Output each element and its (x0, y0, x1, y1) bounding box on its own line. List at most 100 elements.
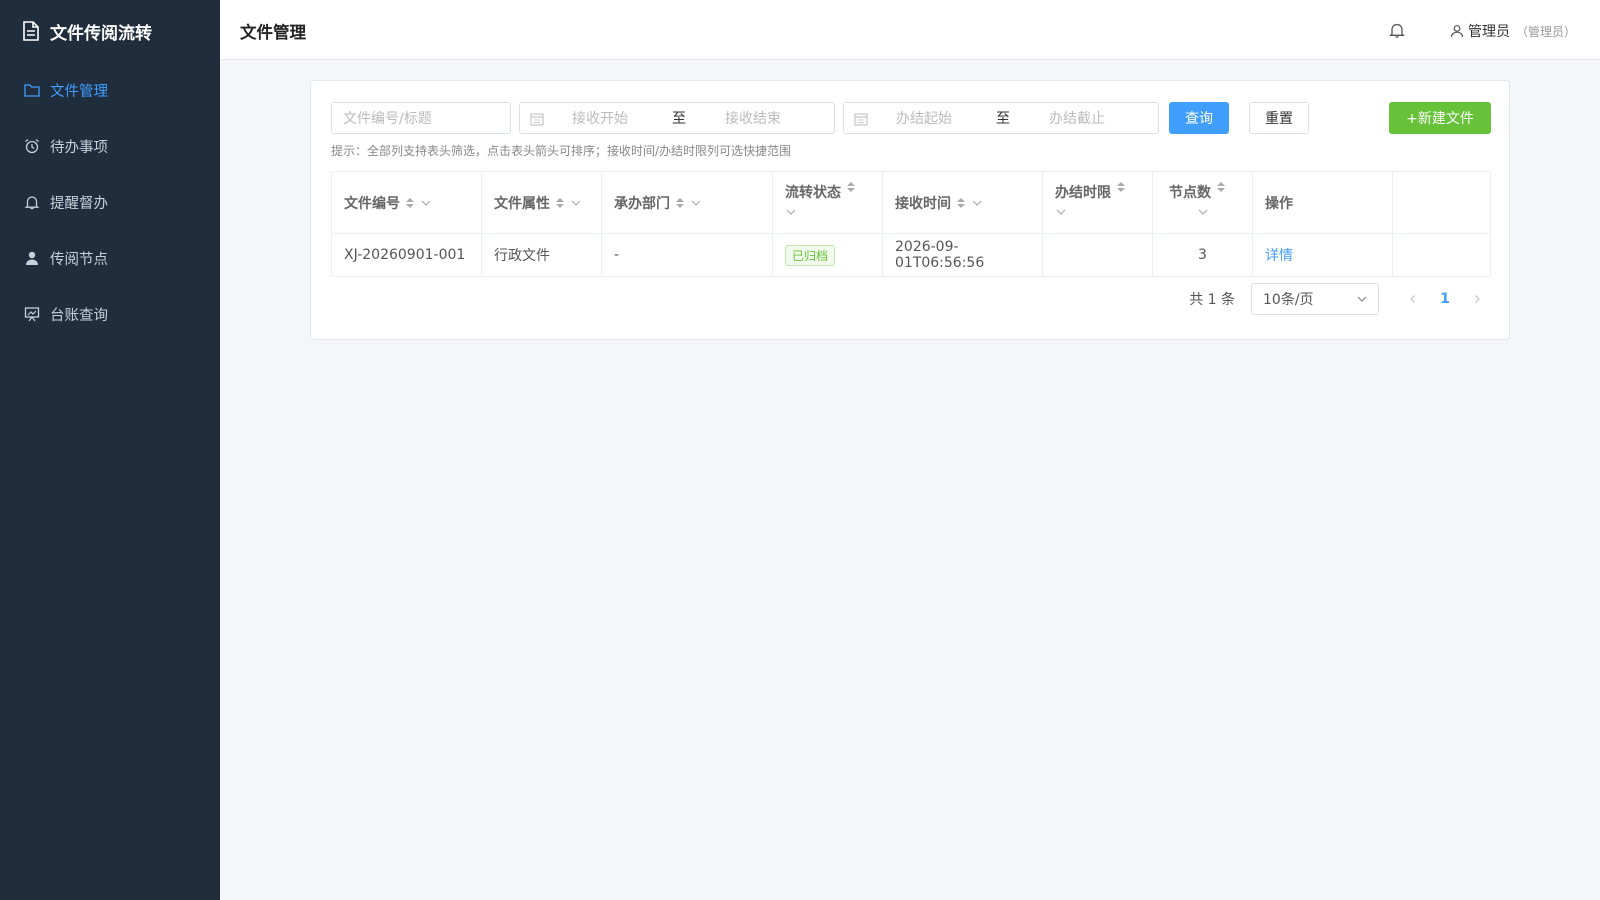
new-file-button[interactable]: +新建文件 (1389, 102, 1491, 134)
finish-date-range-picker[interactable]: 办结起始 至 办结截止 (843, 102, 1159, 134)
folder-icon (24, 82, 40, 98)
cell-file-no: XJ-20260901-001 (332, 234, 482, 276)
status-badge: 已归档 (785, 244, 836, 266)
finish-end-input[interactable]: 办结截止 (1049, 108, 1139, 128)
pagination: 共 1 条 10条/页 1 (1189, 283, 1489, 315)
page-number[interactable]: 1 (1425, 291, 1465, 307)
user-icon (24, 250, 40, 266)
cell-actions: 详情 (1253, 234, 1393, 276)
sort-icon[interactable] (957, 198, 965, 208)
column-label: 接收时间 (895, 196, 951, 212)
column-label: 文件属性 (494, 196, 550, 212)
query-button[interactable]: 查询 (1169, 102, 1229, 134)
total-count: 共 1 条 (1189, 292, 1235, 308)
finish-start-input[interactable]: 办结起始 (896, 108, 986, 128)
user-icon (1450, 24, 1464, 38)
sidebar-item-nodes[interactable]: 传阅节点 (0, 230, 220, 286)
notification-bell-icon[interactable] (1388, 21, 1406, 39)
keyword-search-input[interactable]: 文件编号/标题 (331, 102, 511, 134)
column-header-filler (1393, 172, 1490, 233)
column-header-status[interactable]: 流转状态 (773, 172, 883, 233)
chevron-right-icon (1475, 295, 1480, 303)
next-page-button[interactable] (1465, 287, 1489, 311)
sidebar-item-label: 待办事项 (50, 139, 108, 156)
page-size-value: 10条/页 (1263, 292, 1314, 308)
sidebar-item-label: 台账查询 (50, 307, 108, 324)
column-label: 文件编号 (344, 196, 400, 212)
user-role: （管理员） (1515, 24, 1576, 39)
column-label: 节点数 (1169, 185, 1211, 201)
sidebar-item-label: 传阅节点 (50, 251, 108, 268)
column-header-nodes[interactable]: 节点数 (1153, 172, 1253, 233)
sort-icon[interactable] (556, 198, 564, 208)
range-separator: 至 (672, 111, 686, 127)
cell-received-at: 2026-09-01T06:56:56 (883, 234, 1043, 276)
column-header-deadline[interactable]: 办结时限 (1043, 172, 1153, 233)
column-header-attribute[interactable]: 文件属性 (482, 172, 602, 233)
column-header-received-at[interactable]: 接收时间 (883, 172, 1043, 233)
cell-status: 已归档 (773, 234, 883, 276)
cell-deadline (1043, 234, 1153, 276)
range-separator: 至 (996, 111, 1010, 127)
chevron-down-icon[interactable] (1197, 206, 1209, 218)
cell-attribute: 行政文件 (482, 234, 602, 276)
bell-icon (24, 194, 40, 210)
user-name: 管理员 (1467, 24, 1510, 40)
cell-department: - (602, 234, 773, 276)
app-title: 文件传阅流转 (50, 23, 152, 44)
sidebar-menu: 文件管理 待办事项 提醒督办 传阅节点 台账查询 (0, 62, 220, 342)
sort-icon[interactable] (1217, 182, 1225, 192)
sidebar-item-reminder[interactable]: 提醒督办 (0, 174, 220, 230)
column-header-department[interactable]: 承办部门 (602, 172, 773, 233)
column-header-actions: 操作 (1253, 172, 1393, 233)
chart-board-icon (24, 306, 40, 322)
sort-icon[interactable] (847, 182, 855, 192)
column-label: 流转状态 (785, 185, 841, 201)
chevron-left-icon (1410, 295, 1415, 303)
chevron-down-icon[interactable] (785, 206, 797, 218)
chevron-down-icon[interactable] (570, 197, 582, 209)
receive-date-range-picker[interactable]: 接收开始 至 接收结束 (519, 102, 835, 134)
prev-page-button[interactable] (1401, 287, 1425, 311)
chevron-down-icon (1356, 293, 1368, 305)
sidebar-item-label: 文件管理 (50, 83, 108, 100)
column-label: 办结时限 (1055, 185, 1111, 201)
column-label: 操作 (1265, 196, 1293, 212)
filter-bar: 文件编号/标题 接收开始 至 接收结束 办结起始 至 办结截止 查询 重置 +新… (331, 102, 1491, 134)
user-menu[interactable]: 管理员 （管理员） (1450, 21, 1576, 41)
chevron-down-icon[interactable] (420, 197, 432, 209)
cell-nodes: 3 (1153, 234, 1253, 276)
sort-icon[interactable] (406, 198, 414, 208)
sidebar-item-ledger[interactable]: 台账查询 (0, 286, 220, 342)
page-title: 文件管理 (240, 23, 306, 42)
detail-link[interactable]: 详情 (1265, 245, 1293, 265)
sort-icon[interactable] (1117, 182, 1125, 192)
top-header: 文件管理 管理员 （管理员） (220, 0, 1600, 60)
column-header-file-no[interactable]: 文件编号 (332, 172, 482, 233)
table-row: XJ-20260901-001 行政文件 - 已归档 2026-09-01T06… (332, 234, 1490, 276)
alarm-clock-icon (24, 138, 40, 154)
chevron-down-icon[interactable] (1055, 206, 1067, 218)
file-table: 文件编号 文件属性 承办部门 流转状态 接收时间 办结时限 节点数 操作 XJ-… (331, 171, 1491, 277)
cell-filler (1393, 234, 1490, 276)
calendar-icon (854, 112, 868, 126)
chevron-down-icon[interactable] (971, 197, 983, 209)
document-icon (22, 21, 40, 41)
chevron-down-icon[interactable] (690, 197, 702, 209)
brand: 文件传阅流转 (0, 0, 220, 62)
sidebar-item-todo[interactable]: 待办事项 (0, 118, 220, 174)
calendar-icon (530, 112, 544, 126)
sidebar: 文件传阅流转 文件管理 待办事项 提醒督办 传阅节点 台账查询 (0, 0, 220, 900)
reset-button[interactable]: 重置 (1249, 102, 1309, 134)
sidebar-item-file-management[interactable]: 文件管理 (0, 62, 220, 118)
table-header: 文件编号 文件属性 承办部门 流转状态 接收时间 办结时限 节点数 操作 (332, 172, 1490, 234)
receive-start-input[interactable]: 接收开始 (572, 108, 662, 128)
keyword-placeholder: 文件编号/标题 (343, 111, 432, 127)
receive-end-input[interactable]: 接收结束 (725, 108, 815, 128)
column-label: 承办部门 (614, 196, 670, 212)
sort-icon[interactable] (676, 198, 684, 208)
page-size-select[interactable]: 10条/页 (1251, 283, 1379, 315)
filter-hint: 提示：全部列支持表头筛选，点击表头箭头可排序；接收时间/办结时限列可选快捷范围 (331, 144, 792, 158)
file-list-card: 文件编号/标题 接收开始 至 接收结束 办结起始 至 办结截止 查询 重置 +新… (310, 80, 1510, 340)
sidebar-item-label: 提醒督办 (50, 195, 108, 212)
